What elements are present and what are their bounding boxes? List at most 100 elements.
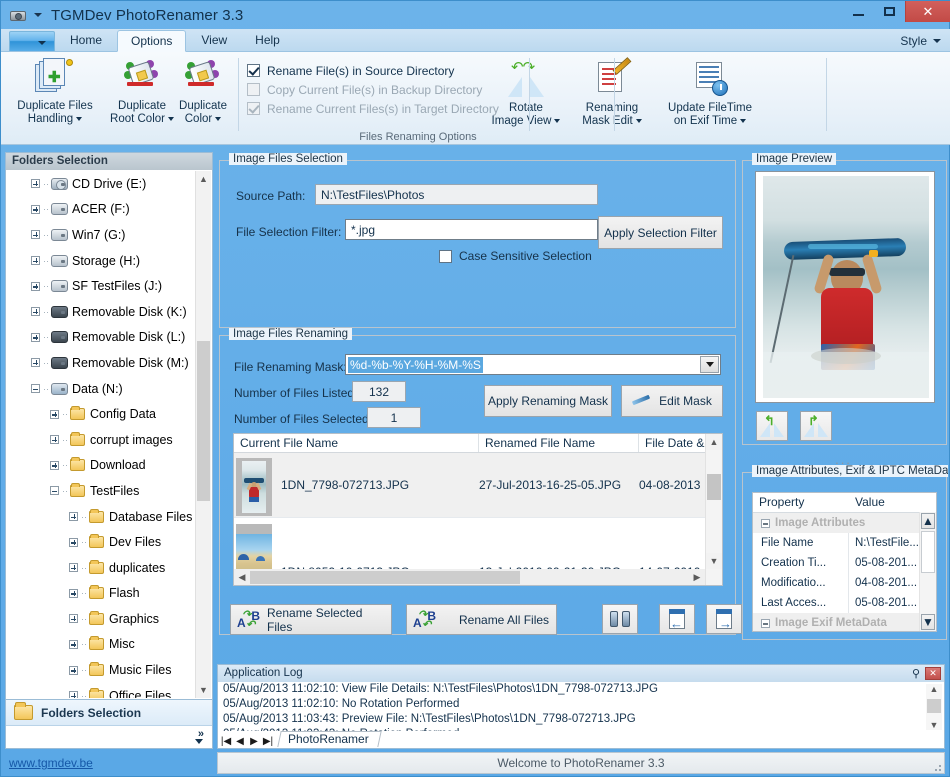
attributes-vscrollbar[interactable]: ▲ ▼: [919, 512, 936, 631]
scroll-right-button[interactable]: ▶: [689, 572, 705, 583]
expand-icon[interactable]: [31, 332, 40, 342]
expand-icon[interactable]: [31, 204, 40, 214]
find-files-button[interactable]: [602, 604, 638, 634]
previous-file-button[interactable]: ←: [659, 604, 695, 634]
maximize-button[interactable]: [874, 1, 905, 22]
checkbox-rename-source[interactable]: [247, 64, 260, 77]
column-header-property[interactable]: Property: [753, 493, 849, 512]
listview-hscrollbar[interactable]: ◀ ▶: [234, 569, 705, 585]
update-filetime-button[interactable]: Update FileTime on Exif Time: [655, 58, 765, 128]
folder-tree[interactable]: ·· CD Drive (E:) ·· ACER (F:) ·· Win7 (G:) ·· S…: [7, 171, 211, 698]
expand-icon[interactable]: [69, 639, 78, 649]
tree-node[interactable]: ·· Download: [7, 453, 195, 479]
scroll-thumb[interactable]: [927, 699, 941, 713]
expand-icon[interactable]: [69, 588, 78, 598]
scroll-down-button[interactable]: ▼: [926, 720, 942, 730]
tab-options[interactable]: Options: [117, 30, 187, 52]
tree-node[interactable]: ·· Data (N:): [7, 376, 195, 402]
expand-icon[interactable]: [69, 614, 78, 624]
nav-first-button[interactable]: |◀: [219, 736, 233, 747]
log-vscrollbar[interactable]: ▲ ▼: [926, 684, 942, 730]
attributes-group-row[interactable]: Image Exif MetaData: [753, 613, 936, 631]
nav-prev-button[interactable]: ◀: [233, 736, 247, 747]
expand-icon[interactable]: [50, 409, 59, 419]
rename-all-files-button[interactable]: ↷ ↶ A B Rename All Files: [406, 604, 557, 635]
source-path-input[interactable]: [315, 184, 598, 205]
tree-node[interactable]: ·· duplicates: [7, 555, 195, 581]
tree-node[interactable]: ·· Misc: [7, 632, 195, 658]
duplicate-files-handling-button[interactable]: ✚ Duplicate Files Handling: [9, 56, 101, 126]
tree-node[interactable]: ·· Removable Disk (L:): [7, 325, 195, 351]
scroll-thumb[interactable]: [197, 341, 210, 501]
expand-icon[interactable]: [69, 563, 78, 573]
minimize-button[interactable]: [843, 1, 874, 22]
tab-help[interactable]: Help: [242, 30, 293, 51]
nav-last-button[interactable]: ▶|: [261, 736, 275, 747]
expand-icon[interactable]: [50, 460, 59, 470]
apply-selection-filter-button[interactable]: Apply Selection Filter: [598, 216, 723, 249]
tree-node[interactable]: ·· Win7 (G:): [7, 222, 195, 248]
tree-node[interactable]: ·· SF TestFiles (J:): [7, 273, 195, 299]
tree-node[interactable]: ·· Storage (H:): [7, 248, 195, 274]
renaming-mask-edit-button[interactable]: Renaming Mask Edit: [570, 57, 654, 128]
tree-node[interactable]: ·· Music Files: [7, 657, 195, 683]
pin-icon[interactable]: ⚲: [912, 667, 920, 680]
tab-home[interactable]: Home: [57, 30, 115, 51]
chevron-down-icon[interactable]: [700, 356, 719, 373]
scroll-down-button[interactable]: ▼: [921, 614, 935, 630]
checkbox-copy-backup[interactable]: [247, 83, 260, 96]
expand-icon[interactable]: [31, 307, 40, 317]
scroll-thumb[interactable]: [707, 474, 721, 500]
dock-more-button[interactable]: »: [6, 726, 212, 748]
expand-icon[interactable]: [50, 435, 59, 445]
table-row[interactable]: 1DN_7798-072713.JPG 27-Jul-2013-16-25-05…: [234, 453, 722, 518]
attributes-row[interactable]: Creation Ti... 05-08-201...: [753, 553, 936, 573]
collapse-icon[interactable]: [761, 518, 770, 528]
nav-next-button[interactable]: ▶: [247, 736, 261, 747]
expand-icon[interactable]: [31, 230, 40, 240]
resize-grip[interactable]: [931, 761, 941, 771]
tree-node[interactable]: ·· TestFiles: [7, 478, 195, 504]
style-menu[interactable]: Style: [900, 34, 941, 48]
column-header-renamed-name[interactable]: Renamed File Name: [479, 434, 639, 452]
scroll-up-button[interactable]: ▲: [196, 171, 211, 187]
case-sensitive-checkbox[interactable]: [439, 249, 452, 263]
rename-selected-files-button[interactable]: ↷ ↶ A B Rename Selected Files: [230, 604, 392, 635]
scroll-left-button[interactable]: ◀: [234, 572, 250, 583]
rotate-left-button[interactable]: ↰: [756, 411, 788, 441]
expand-icon[interactable]: [31, 358, 40, 368]
collapse-icon[interactable]: [50, 486, 59, 496]
tree-node[interactable]: ·· ACER (F:): [7, 197, 195, 223]
hscroll-thumb[interactable]: [250, 570, 520, 584]
log-tab-photorenamer[interactable]: PhotoRenamer: [277, 731, 382, 747]
expand-icon[interactable]: [31, 179, 40, 189]
attributes-row[interactable]: File Name N:\TestFile...: [753, 533, 936, 553]
attributes-row[interactable]: Last Acces... 05-08-201...: [753, 593, 936, 613]
tab-view[interactable]: View: [188, 30, 240, 51]
files-listview[interactable]: Current File Name Renamed File Name File…: [233, 433, 723, 586]
quick-access-toolbar[interactable]: [9, 31, 55, 51]
attributes-row[interactable]: Modificatio... 04-08-201...: [753, 573, 936, 593]
collapse-icon[interactable]: [31, 384, 40, 394]
expand-icon[interactable]: [69, 512, 78, 522]
listview-vscrollbar[interactable]: ▲ ▼: [705, 434, 722, 585]
scroll-up-button[interactable]: ▲: [926, 684, 942, 694]
column-header-current-name[interactable]: Current File Name: [234, 434, 479, 452]
tree-node[interactable]: ·· Config Data: [7, 401, 195, 427]
duplicate-color-button[interactable]: Duplicate Color: [171, 56, 235, 126]
checkbox-row-copy-backup[interactable]: Copy Current File(s) in Backup Directory: [247, 80, 502, 99]
tree-node[interactable]: ·· Removable Disk (M:): [7, 350, 195, 376]
website-link[interactable]: www.tgmdev.be: [5, 756, 93, 770]
close-button[interactable]: ✕: [905, 1, 950, 22]
expand-icon[interactable]: [69, 665, 78, 675]
checkbox-rename-target[interactable]: [247, 102, 260, 115]
tree-node[interactable]: ·· CD Drive (E:): [7, 171, 195, 197]
quick-access-dropdown-icon[interactable]: [31, 8, 45, 22]
scroll-down-button[interactable]: ▼: [706, 553, 722, 569]
checkbox-row-rename-target[interactable]: Rename Current Files(s) in Target Direct…: [247, 99, 502, 118]
close-icon[interactable]: ✕: [925, 667, 941, 680]
tree-node[interactable]: ·· corrupt images: [7, 427, 195, 453]
edit-mask-button[interactable]: Edit Mask: [621, 385, 723, 417]
dock-item-folders-selection[interactable]: Folders Selection: [6, 700, 212, 726]
image-attributes-list[interactable]: Property Value Image Attributes File Name…: [752, 492, 937, 632]
